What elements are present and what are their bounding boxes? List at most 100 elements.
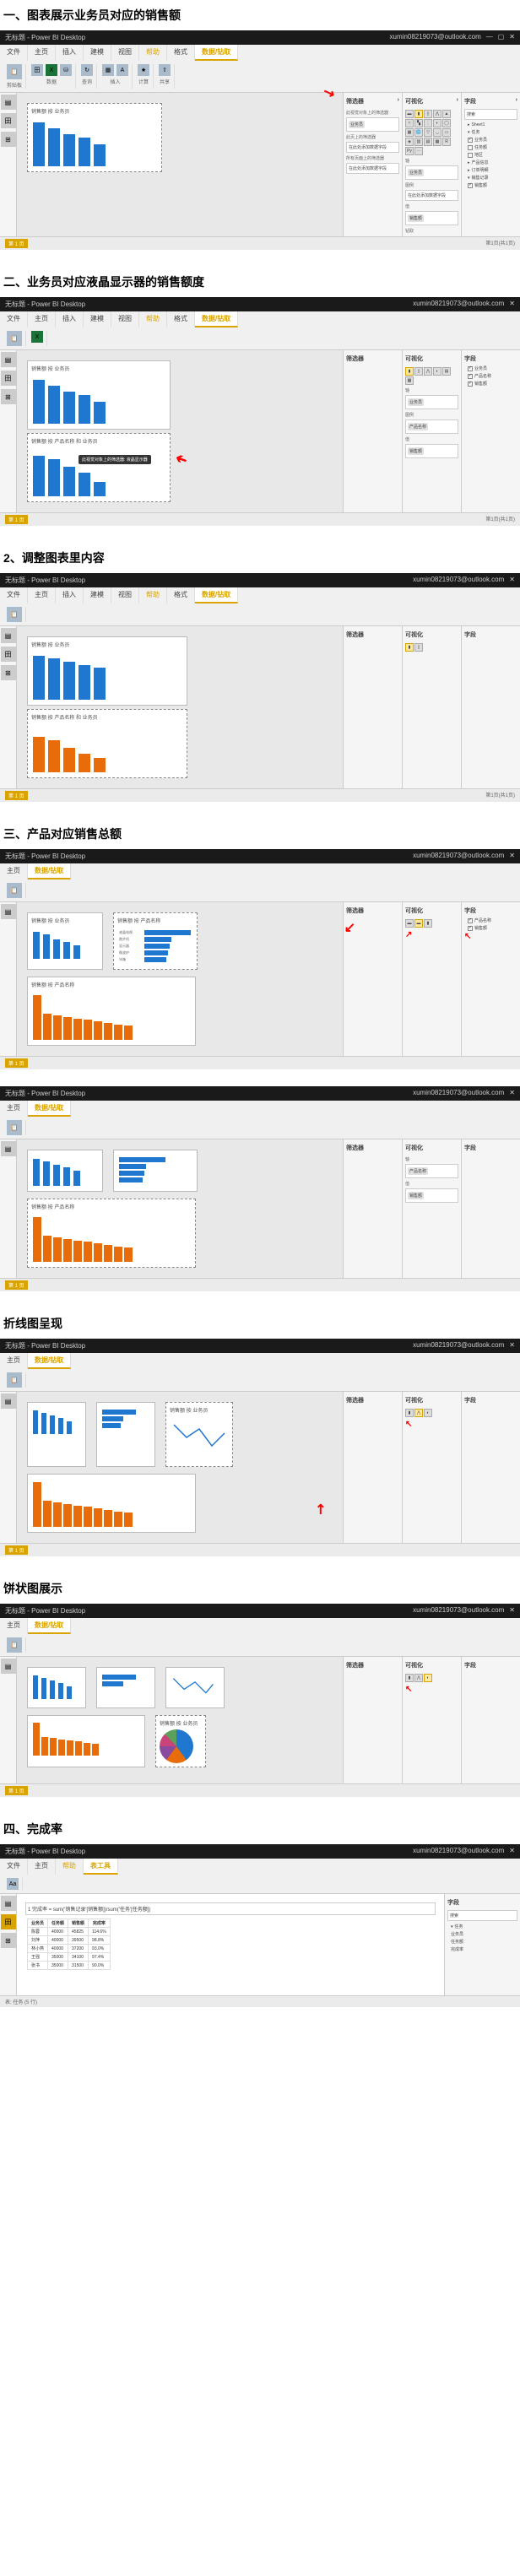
- field-node[interactable]: 销售额: [464, 924, 517, 932]
- page-tab[interactable]: 第 1 页: [5, 791, 28, 800]
- paste-icon[interactable]: 📋: [7, 1637, 22, 1653]
- report-view-icon[interactable]: ▤: [1, 1896, 16, 1911]
- data-table[interactable]: 业务员任务额销售额完成率 陈蓉4000045825114.6% 刘萍400003…: [27, 1918, 111, 1970]
- data-icon[interactable]: 田: [31, 64, 43, 76]
- name-icon[interactable]: Aa: [7, 1878, 19, 1890]
- table-row[interactable]: 王强350003410097.4%: [28, 1953, 111, 1962]
- excel-icon[interactable]: X: [31, 331, 43, 343]
- search-input[interactable]: 搜索: [464, 109, 517, 120]
- tab-home[interactable]: 主页: [28, 587, 56, 603]
- model-view-icon[interactable]: ⊞: [1, 665, 16, 680]
- tab-drill[interactable]: 数据/钻取: [28, 1101, 71, 1117]
- page-tab[interactable]: 第 1 页: [5, 239, 28, 248]
- tab-drill[interactable]: 数据/钻取: [195, 587, 238, 603]
- report-view-icon[interactable]: ▤: [1, 95, 16, 110]
- col-header[interactable]: 任务额: [48, 1919, 68, 1928]
- viz-funnel[interactable]: ▽: [424, 128, 432, 137]
- model-view-icon[interactable]: ⊞: [1, 389, 16, 404]
- chart-small[interactable]: [27, 1150, 103, 1192]
- user-account[interactable]: xumin08219073@outlook.com: [413, 1089, 504, 1098]
- filter-well[interactable]: 在此处添加数据字段: [346, 142, 399, 153]
- tab-insert[interactable]: 插入: [56, 587, 84, 603]
- collapse-icon[interactable]: ›: [398, 97, 399, 106]
- filters-header[interactable]: 筛选器: [346, 906, 364, 915]
- paste-icon[interactable]: 📋: [7, 883, 22, 898]
- tab-format[interactable]: 格式: [167, 587, 195, 603]
- excel-icon[interactable]: X: [46, 64, 57, 76]
- fields-header[interactable]: 字段: [447, 1898, 459, 1907]
- tab-drill[interactable]: 数据/钻取: [195, 311, 238, 327]
- report-view-icon[interactable]: ▤: [1, 1141, 16, 1156]
- viz-item[interactable]: ▮: [424, 919, 432, 928]
- axis-well[interactable]: 业务员: [405, 165, 458, 180]
- tab-format[interactable]: 格式: [167, 311, 195, 327]
- viz-ribbon[interactable]: ≈: [405, 119, 414, 127]
- chart-top[interactable]: 销售额 按 业务员: [27, 636, 187, 706]
- chart-products[interactable]: [27, 1474, 196, 1533]
- model-view-icon[interactable]: ⊞: [1, 1933, 16, 1948]
- min-icon[interactable]: —: [486, 33, 493, 42]
- close-icon[interactable]: ✕: [509, 576, 515, 585]
- tab-file[interactable]: 文件: [0, 587, 28, 603]
- viz-header[interactable]: 可视化: [405, 1144, 423, 1152]
- viz-more[interactable]: ⋯: [414, 147, 423, 155]
- report-view-icon[interactable]: ▤: [1, 352, 16, 367]
- field-node[interactable]: 销售额: [464, 380, 517, 387]
- collapse-icon[interactable]: ›: [457, 97, 458, 106]
- viz-header[interactable]: 可视化: [405, 354, 423, 363]
- canvas[interactable]: 销售额 按 业务员 销售额 按 产品名称 和 业务员 此视觉对象上的筛选器: 液…: [17, 350, 343, 512]
- viz-stacked-bar[interactable]: ▬: [405, 110, 414, 118]
- field-pill[interactable]: 销售额: [408, 447, 424, 455]
- page-tab[interactable]: 第 1 页: [5, 1545, 28, 1555]
- field-pill[interactable]: 产品名称: [408, 1167, 428, 1175]
- tab-help[interactable]: 帮助: [139, 45, 167, 61]
- tab-home[interactable]: 主页: [28, 45, 56, 61]
- filters-header[interactable]: 筛选器: [346, 354, 364, 363]
- user-account[interactable]: xumin08219073@outlook.com: [413, 576, 504, 585]
- hbar-chart[interactable]: [113, 1150, 198, 1192]
- page-tab[interactable]: 第 1 页: [5, 515, 28, 524]
- col-header[interactable]: 销售额: [68, 1919, 89, 1928]
- table-node[interactable]: ▸ 订单明细: [464, 166, 517, 174]
- paste-icon[interactable]: 📋: [7, 331, 22, 346]
- user-account[interactable]: xumin08219073@outlook.com: [413, 300, 504, 309]
- formula-bar[interactable]: 1 完成率 = sum('销售记录'[销售额])/sum('任务'[任务额]): [25, 1902, 436, 1915]
- viz-item[interactable]: ⋀: [424, 367, 432, 376]
- tab-drill[interactable]: 数据/钻取: [28, 863, 71, 879]
- tab-home[interactable]: 主页: [0, 1101, 28, 1117]
- field-node[interactable]: 业务员: [464, 136, 517, 143]
- table-node[interactable]: ▾ 任务: [464, 128, 517, 136]
- field-node[interactable]: 任务额: [464, 143, 517, 151]
- user-account[interactable]: xumin08219073@outlook.com: [413, 1606, 504, 1615]
- viz-area[interactable]: ▲: [442, 110, 451, 118]
- text-icon[interactable]: A: [116, 64, 128, 76]
- search-input[interactable]: 搜索: [447, 1910, 517, 1921]
- tab-home[interactable]: 主页: [0, 863, 28, 879]
- viz-pie[interactable]: ◐: [433, 119, 441, 127]
- tab-drill[interactable]: 数据/钻取: [28, 1618, 71, 1634]
- viz-pie[interactable]: ◐: [424, 1674, 432, 1682]
- viz-treemap[interactable]: ▦: [405, 128, 414, 137]
- tab-file[interactable]: 文件: [0, 45, 28, 61]
- filters-header[interactable]: 筛选器: [346, 1144, 364, 1152]
- viz-item[interactable]: ▯: [414, 367, 423, 376]
- field-node[interactable]: 任务额: [447, 1938, 517, 1946]
- publish-icon[interactable]: ⇧: [159, 64, 171, 76]
- filters-header[interactable]: 筛选器: [346, 1396, 364, 1404]
- table-row[interactable]: 林小燕400003720093.0%: [28, 1945, 111, 1953]
- viz-gauge[interactable]: ◡: [433, 128, 441, 137]
- viz-item[interactable]: ▦: [405, 376, 414, 385]
- viz-donut[interactable]: ◯: [442, 119, 451, 127]
- viz-map[interactable]: 🌐: [414, 128, 423, 137]
- viz-item[interactable]: ⋀: [414, 1674, 423, 1682]
- max-icon[interactable]: ▢: [498, 33, 505, 42]
- hbar-chart[interactable]: 销售额 按 产品名称 液晶电视 跑步机 显示器 微波炉 冰箱 ↙: [113, 912, 198, 970]
- field-pill[interactable]: 销售额: [408, 214, 424, 222]
- chart-products[interactable]: [27, 1715, 145, 1767]
- viz-item[interactable]: ▬: [405, 919, 414, 928]
- fields-header[interactable]: 字段: [464, 906, 476, 915]
- user-account[interactable]: xumin08219073@outlook.com: [413, 1847, 504, 1856]
- close-icon[interactable]: ✕: [509, 852, 515, 861]
- fields-header[interactable]: 字段: [464, 1144, 476, 1152]
- close-icon[interactable]: ✕: [509, 1606, 515, 1615]
